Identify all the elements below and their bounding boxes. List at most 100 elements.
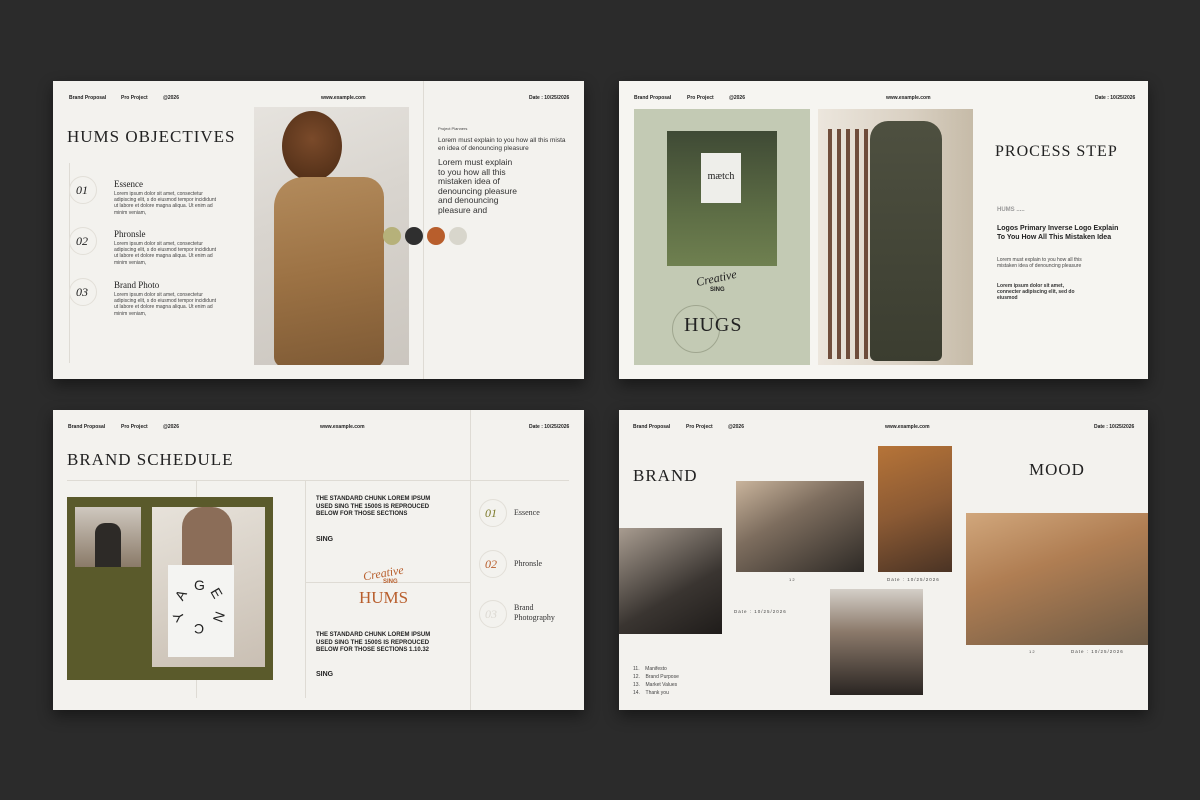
item-label: Phronsle: [514, 559, 542, 568]
intro-large: Lorem must explain to you how all this m…: [438, 157, 517, 215]
brand-proposal-label: Brand Proposal: [68, 424, 106, 430]
tote-letter: Y: [169, 608, 188, 626]
section-para-bold: Lorem ipsum dolor sit amet, connecter ad…: [997, 283, 1075, 302]
year-label: @2026: [728, 424, 744, 430]
website-label[interactable]: www.example.com: [885, 424, 930, 430]
shopping-bag-shape: mætch: [701, 153, 741, 203]
item-number: 02: [485, 557, 497, 571]
menu-label: Manifesto: [645, 666, 667, 672]
slide-brand-schedule: Brand Proposal Pro Project @2026 www.exa…: [53, 410, 584, 710]
tote-letter: E: [207, 584, 226, 602]
page-number: 1 2: [1029, 649, 1035, 654]
pro-project-label: Pro Project: [121, 95, 148, 101]
tote-letter: C: [194, 621, 205, 637]
tote-letter: G: [194, 577, 205, 593]
item-body: Lorem ipsum dolor sit amet, consectetur …: [114, 292, 216, 317]
mood-title: MOOD: [1029, 460, 1085, 479]
olive-panel: A G E N C Y: [67, 497, 273, 680]
item-heading: Phronsle: [114, 229, 146, 239]
website-label[interactable]: www.example.com: [320, 424, 365, 430]
tote-letter: N: [209, 609, 229, 625]
sing-label: SING: [316, 536, 334, 543]
tote-photo: A G E N C Y: [152, 507, 265, 667]
divider: [67, 480, 569, 481]
divider: [470, 410, 471, 710]
boots-photo: [966, 513, 1148, 645]
website-label[interactable]: www.example.com: [886, 95, 931, 101]
item-label: Essence: [514, 508, 540, 517]
website-label[interactable]: www.example.com: [321, 95, 366, 101]
slide-title: HUMS OBJECTIVES: [67, 127, 236, 146]
pro-project-label: Pro Project: [687, 95, 714, 101]
color-swatch: [405, 227, 423, 245]
chair-shape: [828, 129, 868, 359]
item-body: Lorem ipsum dolor sit amet, consectetur …: [114, 191, 216, 216]
model-photo: [75, 507, 141, 567]
profile-photo: [619, 528, 722, 634]
menu-item[interactable]: 13. Market Values: [633, 682, 677, 688]
jacket-shape: [870, 121, 942, 361]
project-label: Project Planners: [438, 126, 468, 131]
date-label: Date : 10/25/2026: [1094, 424, 1135, 430]
menu-item[interactable]: 11. Manifesto: [633, 666, 667, 672]
brand-proposal-label: Brand Proposal: [633, 424, 671, 430]
portrait-photo: [878, 446, 952, 572]
slide-title: PROCESS STEP: [995, 143, 1118, 160]
brand-proposal-label: Brand Proposal: [634, 95, 672, 101]
date-label: Date : 10/25/2026: [1095, 95, 1136, 101]
sing-label: SING: [710, 287, 725, 293]
item-body: Lorem ipsum dolor sit amet, consectetur …: [114, 241, 216, 266]
brand-title: BRAND: [633, 466, 698, 485]
menu-item[interactable]: 12. Brand Purpose: [633, 674, 679, 680]
seated-photo: [736, 481, 864, 572]
sing-label: SING: [316, 671, 334, 678]
item-number: 03: [76, 285, 88, 299]
menu-number: 13.: [633, 682, 640, 688]
menu-item[interactable]: 14. Thank you: [633, 690, 669, 696]
script-sing: SING: [383, 579, 398, 585]
date-caption: Date : 10/25/2026: [1071, 649, 1124, 654]
text-block: THE STANDARD CHUNK LOREM IPSUM USED SING…: [316, 496, 431, 517]
divider: [423, 81, 424, 379]
item-number: 01: [485, 506, 497, 520]
menu-label: Thank you: [645, 690, 669, 696]
section-label: HUMS .....: [997, 207, 1025, 213]
item-label: Brand Photography: [514, 603, 555, 622]
leather-jacket-photo: [830, 589, 923, 695]
color-swatch: [427, 227, 445, 245]
hums-title: HUMS: [359, 588, 409, 607]
divider: [305, 480, 306, 698]
section-heading: Logos Primary Inverse Logo Explain To Yo…: [997, 225, 1119, 241]
year-label: @2026: [163, 424, 179, 430]
text-block: THE STANDARD CHUNK LOREM IPSUM USED SING…: [316, 632, 431, 653]
slide-title: BRAND SCHEDULE: [67, 450, 234, 469]
date-label: Date : 10/25/2026: [529, 95, 570, 101]
menu-label: Market Values: [645, 682, 678, 688]
slide-brand-mood: Brand Proposal Pro Project @2026 www.exa…: [619, 410, 1148, 710]
pro-project-label: Pro Project: [686, 424, 713, 430]
pro-project-label: Pro Project: [121, 424, 148, 430]
bag-photo: mætch: [667, 131, 777, 266]
bag-logo-text: mætch: [707, 171, 735, 182]
intro-small: Lorem must explain to you how all this m…: [438, 137, 566, 152]
green-panel: mætch Creative SING HUGS: [634, 109, 810, 365]
brand-proposal-label: Brand Proposal: [69, 95, 107, 101]
blazer-shape: [95, 523, 121, 567]
item-number: 02: [76, 234, 88, 248]
slide-hums-objectives: Brand Proposal Pro Project @2026 www.exa…: [53, 81, 584, 379]
tote-bag-shape: A G E N C Y: [168, 565, 234, 657]
item-heading: Essence: [114, 179, 143, 189]
year-label: @2026: [729, 95, 745, 101]
menu-number: 11.: [633, 666, 640, 672]
chair-jacket-photo: [818, 109, 973, 365]
menu-label: Brand Purpose: [645, 674, 679, 680]
page-number: 1 2: [789, 577, 795, 582]
item-heading: Brand Photo: [114, 280, 160, 290]
coat-shape: [274, 177, 384, 365]
item-number: 03: [485, 607, 497, 621]
item-number: 01: [76, 183, 88, 197]
date-caption: Date : 10/25/2026: [734, 609, 787, 614]
hugs-title: HUGS: [684, 314, 743, 336]
color-swatch: [383, 227, 401, 245]
date-caption: Date : 10/25/2026: [887, 577, 940, 582]
